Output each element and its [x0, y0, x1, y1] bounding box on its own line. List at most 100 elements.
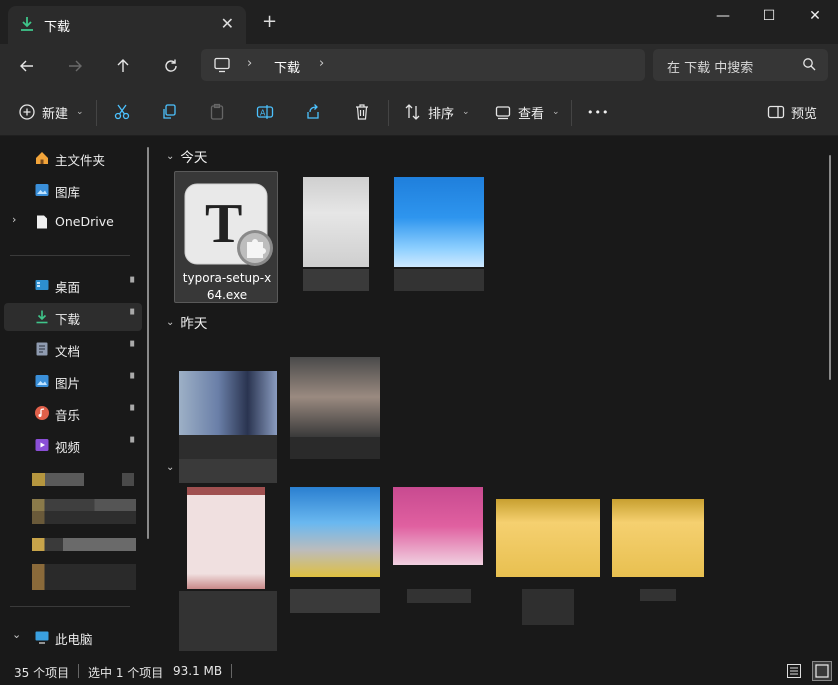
clipboard-icon	[210, 103, 224, 120]
selection-size: 93.1 MB	[173, 664, 223, 678]
share-icon	[307, 104, 319, 119]
sidebar-item-downloads[interactable]: 下载 ▘	[4, 303, 142, 331]
large-icons-view-icon[interactable]	[812, 661, 832, 681]
search-icon[interactable]	[802, 57, 816, 71]
command-bar: 新建 ⌄ A 排序 ⌄ 查看 ⌄ ••• 预览	[0, 88, 838, 136]
chevron-down-icon[interactable]: ⌄	[12, 628, 21, 641]
close-button[interactable]: ✕	[792, 0, 838, 32]
pin-icon: ▘	[130, 342, 138, 353]
blurred-file-icon[interactable]	[290, 487, 380, 577]
chevron-down-icon: ⌄	[462, 107, 470, 117]
content-scrollbar[interactable]	[829, 155, 831, 380]
videos-icon	[35, 439, 49, 451]
refresh-button[interactable]	[157, 52, 185, 80]
sidebar-item-onedrive[interactable]: › OneDrive	[4, 208, 142, 236]
new-button[interactable]: 新建 ⌄	[18, 100, 84, 124]
view-button[interactable]: 查看 ⌄	[494, 100, 560, 124]
breadcrumb-separator[interactable]: ›	[247, 56, 252, 71]
file-name: typora-setup-x64.exe	[175, 270, 279, 304]
sidebar-item-music[interactable]: 音乐 ▘	[4, 399, 142, 427]
download-icon	[21, 17, 33, 31]
paste-button[interactable]	[208, 100, 226, 124]
plus-circle-icon	[19, 104, 35, 120]
blurred-file-icon[interactable]	[290, 357, 380, 437]
folder-icon[interactable]	[496, 499, 600, 577]
navigation-pane: 主文件夹 图库 › OneDrive 桌面 ▘ 下载 ▘ 文档 ▘ 图片 ▘ 音…	[0, 137, 158, 657]
more-icon: •••	[587, 105, 610, 119]
blurred-file-name	[407, 589, 471, 603]
sidebar-item-desktop[interactable]: 桌面 ▘	[4, 271, 142, 299]
sidebar-item-gallery[interactable]: 图库	[4, 176, 142, 204]
search-input[interactable]: 在 下载 中搜索	[653, 49, 828, 81]
cut-button[interactable]	[113, 100, 131, 124]
maximize-button[interactable]: ☐	[746, 0, 792, 32]
svg-text:T: T	[205, 193, 242, 255]
chevron-down-icon: ⌄	[166, 462, 175, 473]
sidebar-item-videos[interactable]: 视频 ▘	[4, 431, 142, 459]
delete-button[interactable]	[353, 100, 371, 124]
blurred-file-icon[interactable]	[393, 487, 483, 565]
file-item-selected[interactable]: T typora-setup-x64.exe	[174, 171, 278, 303]
divider	[231, 664, 232, 678]
divider	[571, 100, 572, 126]
back-button[interactable]	[13, 52, 41, 80]
tab-downloads[interactable]: 下载 ✕	[8, 6, 246, 44]
blurred-file-name	[522, 589, 574, 625]
group-header-today[interactable]: ⌄ 今天	[166, 146, 207, 166]
sort-button[interactable]: 排序 ⌄	[404, 100, 470, 124]
search-placeholder: 在 下载 中搜索	[667, 61, 754, 76]
up-button[interactable]	[109, 52, 137, 80]
address-bar[interactable]: › 下载 ›	[201, 49, 645, 81]
more-options-button[interactable]: •••	[587, 100, 609, 124]
divider	[388, 100, 389, 126]
new-label: 新建	[42, 106, 69, 122]
chevron-right-icon[interactable]: ›	[12, 213, 16, 226]
blurred-file-name	[394, 269, 484, 291]
sidebar-item-pictures[interactable]: 图片 ▘	[4, 367, 142, 395]
share-button[interactable]	[304, 100, 322, 124]
new-tab-button[interactable]: +	[262, 12, 277, 32]
tab-title: 下载	[44, 20, 71, 35]
refresh-icon	[165, 59, 177, 72]
view-icon	[495, 106, 511, 120]
blurred-file-icon[interactable]	[394, 177, 484, 267]
preview-pane-button[interactable]: 预览	[767, 100, 817, 124]
blurred-file-icon[interactable]	[179, 371, 277, 435]
documents-icon	[36, 342, 48, 356]
blurred-item	[32, 564, 136, 590]
sidebar-item-label: 桌面	[55, 280, 81, 295]
group-header-collapsed[interactable]: ⌄	[166, 462, 174, 473]
typora-installer-icon: T	[184, 183, 273, 266]
tab-close-icon[interactable]: ✕	[221, 14, 234, 33]
minimize-button[interactable]: —	[700, 0, 746, 32]
copy-button[interactable]	[160, 100, 178, 124]
preview-label: 预览	[791, 106, 818, 122]
pin-icon: ▘	[130, 278, 138, 289]
divider	[10, 255, 130, 256]
arrow-left-icon	[20, 60, 33, 72]
details-view-icon[interactable]	[786, 663, 802, 679]
sort-label: 排序	[428, 106, 455, 122]
pin-icon: ▘	[130, 406, 138, 417]
file-name-text: typora-setup-x64.exe	[182, 271, 272, 302]
sidebar-item-this-pc[interactable]: ⌄ 此电脑	[4, 623, 142, 651]
sidebar-item-label: 图片	[55, 376, 81, 391]
sidebar-scrollbar[interactable]	[147, 147, 149, 539]
sidebar-item-home[interactable]: 主文件夹	[4, 144, 142, 172]
folder-icon[interactable]	[612, 499, 704, 577]
sidebar-item-documents[interactable]: 文档 ▘	[4, 335, 142, 363]
breadcrumb-separator[interactable]: ›	[319, 56, 324, 71]
sidebar-item-label: 音乐	[55, 408, 81, 423]
blurred-file-icon[interactable]	[187, 487, 265, 589]
forward-button[interactable]	[61, 52, 89, 80]
breadcrumb-downloads[interactable]: 下载	[274, 57, 300, 76]
rename-button[interactable]: A	[256, 100, 274, 124]
document-icon	[37, 215, 47, 229]
divider	[10, 606, 130, 607]
pin-icon: ▘	[130, 310, 138, 321]
sidebar-item-label: 主文件夹	[55, 153, 106, 168]
svg-text:A: A	[260, 109, 266, 118]
group-header-yesterday[interactable]: ⌄ 昨天	[166, 312, 207, 332]
sidebar-item-label: 下载	[55, 312, 81, 327]
blurred-file-icon[interactable]	[303, 177, 369, 267]
